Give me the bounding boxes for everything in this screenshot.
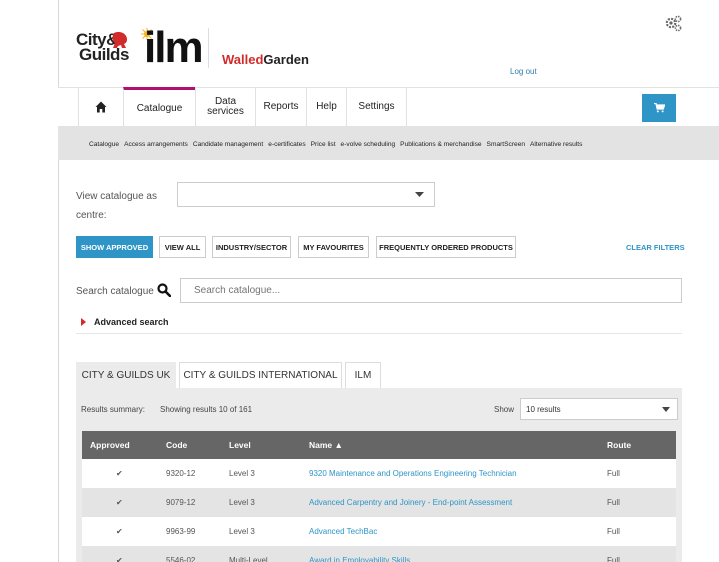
subnav-alternative-results[interactable]: Alternative results (530, 141, 582, 148)
show-label: Show (494, 405, 515, 414)
approved-check-icon: ✔ (116, 556, 123, 562)
search-catalogue-label: Search catalogue (76, 286, 154, 297)
ilm-logo[interactable]: ilm (144, 26, 204, 70)
nav-catalogue[interactable]: Catalogue (123, 87, 195, 127)
table-row: ✔ 9963-99 Level 3 Advanced TechBac Full (82, 517, 676, 546)
level-cell: Multi-Level (229, 556, 268, 562)
column-route[interactable]: Route (607, 431, 631, 459)
subnav-candidate-management[interactable]: Candidate management (193, 141, 263, 148)
code-cell: 5546-02 (166, 556, 196, 562)
route-cell: Full (607, 498, 620, 507)
industry-sector-button[interactable]: INDUSTRY/SECTOR (212, 236, 291, 258)
view-all-button[interactable]: VIEW ALL (159, 236, 206, 258)
level-cell: Level 3 (229, 498, 255, 507)
nav-data-services[interactable]: Data services (195, 87, 255, 127)
nav-help[interactable]: Help (306, 87, 346, 127)
approved-check-icon: ✔ (116, 527, 123, 536)
search-input[interactable] (180, 278, 682, 303)
approved-check-icon: ✔ (116, 469, 123, 478)
column-name[interactable]: Name ▲ (309, 431, 343, 459)
subnav-publications[interactable]: Publications & merchandise (400, 141, 481, 148)
cart-icon (653, 103, 665, 113)
route-cell: Full (607, 556, 620, 562)
subnav-access-arrangements[interactable]: Access arrangements (124, 141, 188, 148)
logout-link[interactable]: Log out (510, 67, 537, 76)
results-table-header: Approved Code Level Name ▲ Route (82, 431, 676, 459)
tab-ilm[interactable]: ILM (345, 362, 381, 388)
column-approved[interactable]: Approved (90, 431, 130, 459)
nav-home[interactable] (78, 87, 123, 127)
route-cell: Full (607, 527, 620, 536)
code-cell: 9320-12 (166, 469, 196, 478)
basket-button[interactable] (642, 94, 676, 122)
qualification-name-link[interactable]: Advanced TechBac (309, 517, 377, 546)
nav-reports[interactable]: Reports (255, 87, 306, 127)
code-cell: 9963-99 (166, 527, 196, 536)
my-favourites-button[interactable]: MY FAVOURITES (298, 236, 369, 258)
table-row: ✔ 9079-12 Level 3 Advanced Carpentry and… (82, 488, 676, 517)
search-icon (157, 283, 171, 297)
tab-city-guilds-international[interactable]: CITY & GUILDS INTERNATIONAL (179, 362, 342, 388)
walledgarden-brand: WalledGarden (222, 52, 309, 67)
code-cell: 9079-12 (166, 498, 196, 507)
level-cell: Level 3 (229, 527, 255, 536)
column-level[interactable]: Level (229, 431, 251, 459)
table-row: ✔ 9320-12 Level 3 9320 Maintenance and O… (82, 459, 676, 488)
results-per-page-select[interactable]: 10 results (520, 398, 678, 420)
results-summary-label: Results summary: (81, 405, 146, 414)
frequently-ordered-button[interactable]: FREQUENTLY ORDERED PRODUCTS (376, 236, 516, 258)
table-row: ✔ 5546-02 Multi-Level Award in Employabi… (82, 546, 676, 562)
subnav-smartscreen[interactable]: SmartScreen (487, 141, 525, 148)
gear-icon[interactable] (664, 15, 682, 33)
route-cell: Full (607, 469, 620, 478)
subnav-e-certificates[interactable]: e-certificates (268, 141, 305, 148)
home-icon (95, 101, 107, 113)
level-cell: Level 3 (229, 469, 255, 478)
advanced-search-toggle[interactable]: Advanced search (81, 317, 169, 327)
approved-check-icon: ✔ (116, 498, 123, 507)
show-approved-button[interactable]: SHOW APPROVED (76, 236, 153, 258)
subnav-price-list[interactable]: Price list (311, 141, 336, 148)
clear-filters-link[interactable]: CLEAR FILTERS (626, 243, 685, 252)
subnav-catalogue[interactable]: Catalogue (89, 141, 119, 148)
tab-city-guilds-uk[interactable]: CITY & GUILDS UK (76, 362, 176, 388)
subnav-evolve-scheduling[interactable]: e-volve scheduling (341, 141, 396, 148)
results-summary-text: Showing results 10 of 161 (160, 405, 253, 414)
view-as-centre-label: View catalogue as centre: (76, 191, 157, 221)
city-guilds-logo[interactable]: City& Guilds (76, 30, 129, 68)
chevron-down-icon (404, 183, 434, 206)
divider (76, 333, 682, 334)
chevron-down-icon (655, 399, 677, 419)
sub-nav: Catalogue Access arrangements Candidate … (89, 141, 582, 148)
centre-select[interactable] (177, 182, 435, 207)
column-code[interactable]: Code (166, 431, 187, 459)
main-nav: Catalogue Data services Reports Help Set… (78, 87, 407, 127)
qualification-name-link[interactable]: Advanced Carpentry and Joinery - End-poi… (309, 488, 512, 517)
qualification-name-link[interactable]: 9320 Maintenance and Operations Engineer… (309, 459, 517, 488)
logo-divider (208, 28, 209, 68)
lion-emblem-icon (112, 32, 128, 48)
nav-settings[interactable]: Settings (346, 87, 407, 127)
qualification-name-link[interactable]: Award in Employability Skills (309, 546, 410, 562)
caret-right-icon (81, 318, 86, 326)
